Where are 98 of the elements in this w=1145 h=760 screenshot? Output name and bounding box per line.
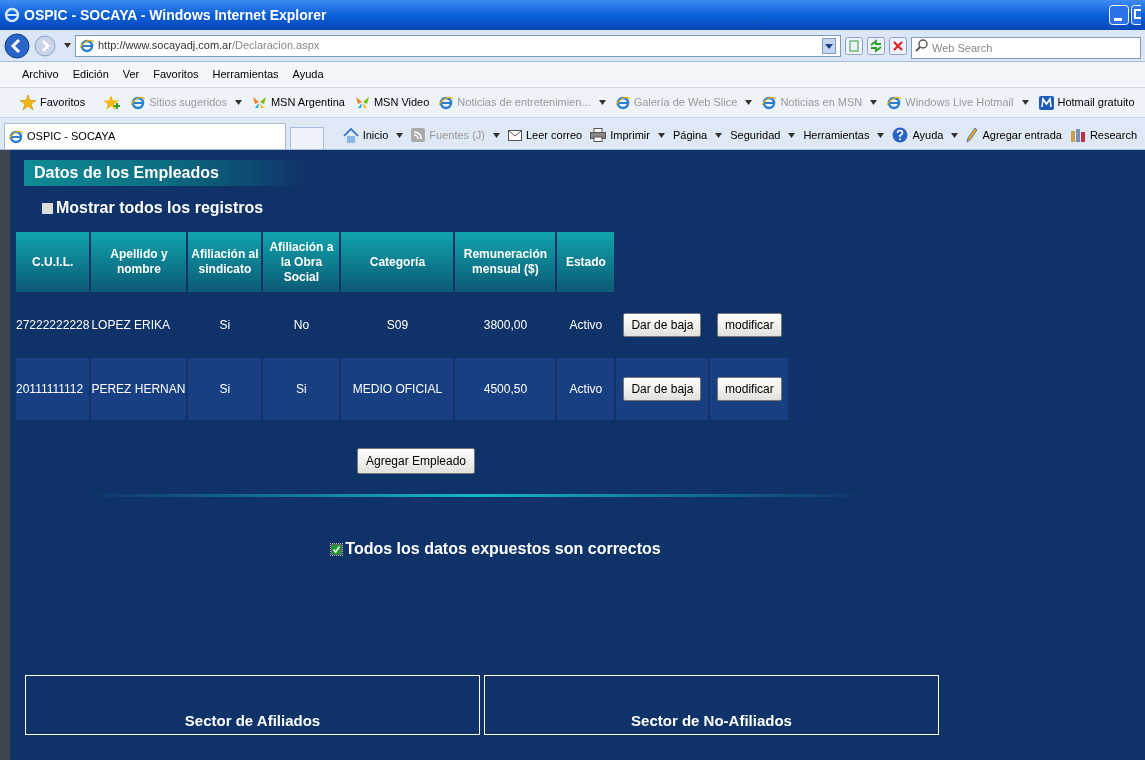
pen-icon: [966, 127, 979, 143]
command-button[interactable]: Página: [672, 126, 723, 144]
search-field[interactable]: Web Search: [911, 36, 1141, 59]
page-icon: [762, 95, 777, 110]
menu-item[interactable]: Edición: [72, 66, 109, 83]
column-header: Categoría: [341, 232, 454, 292]
table-cell: Activo: [557, 358, 615, 420]
close-icon: [889, 36, 907, 55]
back-icon: [4, 32, 30, 59]
row-action-button[interactable]: Dar de baja: [623, 377, 702, 401]
envelope-icon: [508, 129, 522, 141]
dropdown-icon: [822, 37, 836, 54]
maximize-icon: [1131, 5, 1141, 25]
caret-icon: [715, 132, 723, 138]
command-button[interactable]: Ayuda: [892, 126, 959, 144]
search-icon: [915, 38, 928, 52]
caret-icon: [788, 132, 796, 138]
favorites-link[interactable]: MSN Argentina: [251, 94, 345, 111]
letter-m-icon: [1038, 95, 1054, 110]
caret-icon: [493, 132, 500, 138]
add-favorite-icon: [103, 94, 122, 111]
command-button[interactable]: Research: [1069, 126, 1137, 144]
add-employee-button[interactable]: Agregar Empleado: [356, 448, 476, 474]
command-button[interactable]: Seguridad: [730, 126, 796, 144]
menu-item[interactable]: Archivo: [22, 66, 59, 83]
table-cell-text: No: [292, 317, 311, 334]
caret-icon: [951, 132, 959, 138]
address-text: http://www.socayadj.com.ar/Declaracion.aspx: [98, 38, 320, 54]
forward-icon: [34, 34, 56, 57]
page-icon: [439, 95, 454, 110]
column-header: C.U.I.L.: [16, 232, 90, 292]
row-action-button[interactable]: modificar: [717, 377, 782, 401]
page-icon: [887, 95, 902, 110]
refresh-icon: [867, 36, 885, 55]
menu-item[interactable]: Ver: [122, 66, 140, 83]
butterfly-icon: [251, 96, 267, 109]
table-cell: PEREZ HERNAN: [91, 358, 187, 420]
printer-icon: [590, 128, 607, 142]
favorites-button[interactable]: Favoritos: [20, 94, 86, 111]
checkbox-label: Mostrar todos los registros: [56, 198, 264, 218]
checkbox-label: Todos los datos expuestos son correctos: [345, 539, 661, 559]
menu-item[interactable]: Herramientas: [212, 66, 279, 83]
favorites-link[interactable]: Hotmail gratuito: [1038, 94, 1135, 111]
row-action-button[interactable]: Dar de baja: [623, 313, 702, 337]
table-cell: 20111111112: [16, 358, 90, 420]
sector-title: Sector de Afiliados: [184, 710, 321, 731]
table-cell-text: LOPEZ ERIKA: [91, 317, 172, 334]
help-icon: [892, 127, 909, 143]
table-cell-text: Si: [218, 317, 232, 334]
table-cell: Si: [188, 358, 262, 420]
caret-icon: [877, 132, 885, 138]
star-icon: [20, 95, 36, 110]
page-icon: [131, 95, 146, 110]
table-cell: Si: [263, 358, 340, 420]
favorites-link[interactable]: MSN Video: [354, 94, 430, 111]
window-title: OSPIC - SOCAYA - Windows Internet Explorer: [24, 5, 328, 25]
page-icon: [615, 95, 630, 110]
house-icon: [342, 127, 359, 143]
page-icon: [80, 38, 94, 53]
sector-title: Sector de No-Afiliados: [631, 710, 792, 731]
menu-item[interactable]: Favoritos: [153, 66, 199, 83]
caret-icon: [870, 100, 878, 105]
command-button[interactable]: Inicio: [342, 126, 404, 144]
table-cell-text: Activo: [568, 317, 604, 334]
command-button[interactable]: Herramientas: [803, 126, 885, 144]
checkbox[interactable]: [42, 202, 53, 214]
page-icon: [9, 129, 23, 144]
column-header: Afiliación al sindicato: [188, 232, 262, 292]
row-action-button[interactable]: modificar: [717, 313, 782, 337]
feed-icon: [411, 128, 426, 142]
command-button[interactable]: Leer correo: [508, 126, 583, 144]
caret-icon: [745, 100, 753, 105]
address-field[interactable]: http://www.socayadj.com.ar/Declaracion.aspx: [75, 34, 841, 57]
caret-icon: [234, 100, 242, 105]
table-cell-text: 27222222228: [16, 317, 90, 334]
checkbox[interactable]: [331, 543, 343, 555]
column-header: Remuneración mensual ($): [455, 232, 556, 292]
command-button[interactable]: Imprimir: [590, 126, 665, 144]
table-cell-text: S09: [385, 317, 410, 334]
minimize-icon: [1109, 5, 1129, 25]
menu-item[interactable]: Ayuda: [292, 66, 324, 83]
column-header: Apellido y nombre: [91, 232, 187, 292]
caret-icon: [64, 43, 71, 48]
caret-icon: [598, 100, 606, 105]
compatibility-icon: [845, 36, 863, 55]
caret-icon: [657, 132, 665, 138]
caret-icon: [1021, 100, 1029, 105]
column-header: Estado: [557, 232, 615, 292]
browser-logo-icon: [4, 7, 20, 23]
books-icon: [1069, 127, 1086, 143]
butterfly-icon: [354, 96, 370, 109]
table-cell: MEDIO OFICIAL: [341, 358, 454, 420]
column-header: Afiliación a la Obra Social: [263, 232, 340, 292]
table-cell: 4500,50: [455, 358, 556, 420]
command-button[interactable]: Agregar entrada: [966, 126, 1062, 144]
browser-tab[interactable]: OSPIC - SOCAYA: [4, 123, 286, 149]
caret-icon: [396, 132, 404, 138]
table-cell-text: 3800,00: [482, 317, 529, 334]
